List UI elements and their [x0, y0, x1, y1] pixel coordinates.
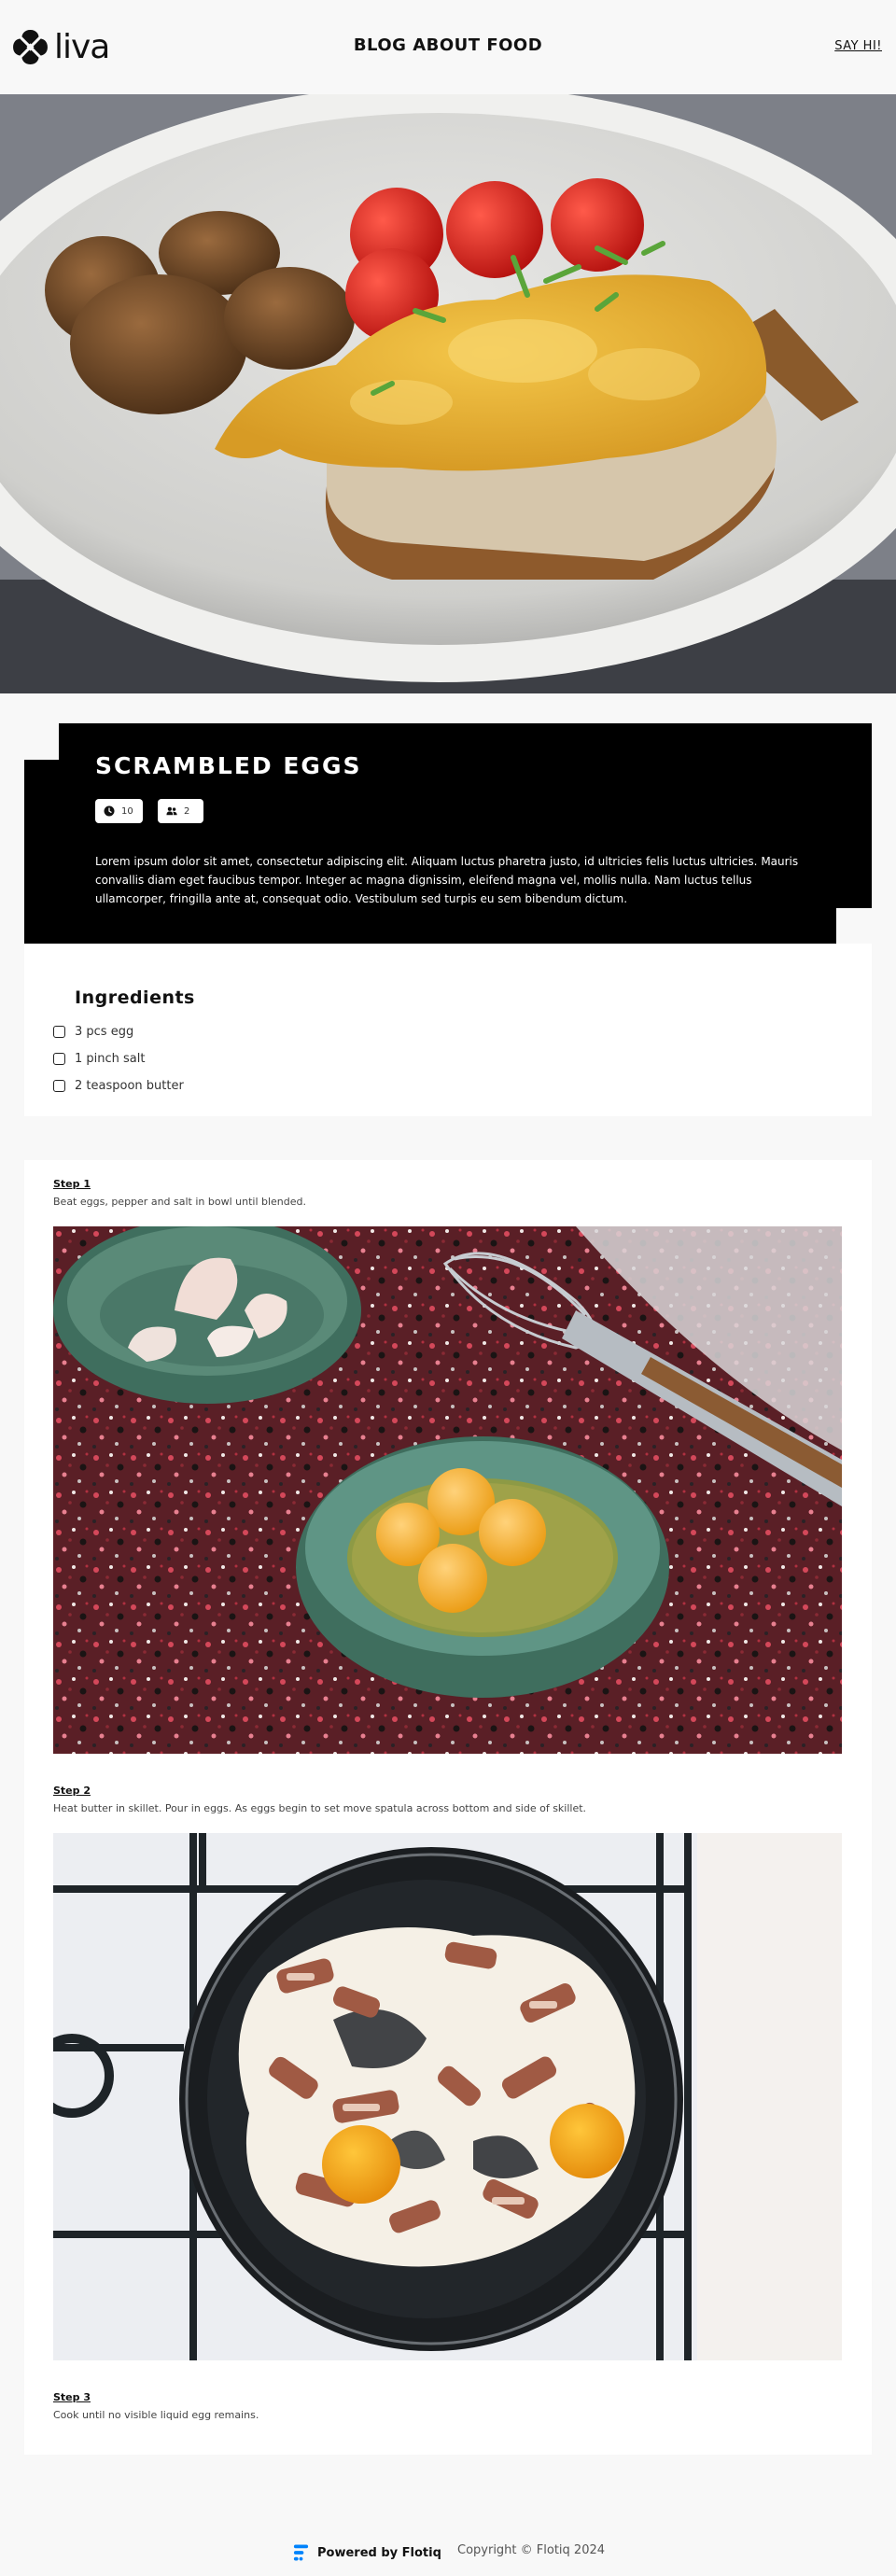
recipe-title: SCRAMBLED EGGS	[95, 752, 362, 779]
ingredient-checkbox[interactable]	[53, 1053, 65, 1065]
step-3-label: Step 3	[53, 2391, 91, 2403]
ingredient-checkbox[interactable]	[53, 1026, 65, 1038]
powered-by-label: Powered by Flotiq	[317, 2545, 441, 2560]
site-logo[interactable]: liva	[11, 27, 110, 66]
ingredient-item[interactable]: 3 pcs egg	[53, 1025, 133, 1039]
servings-value: 2	[184, 805, 190, 817]
ingredient-label: 1 pinch salt	[75, 1052, 146, 1066]
step-1-label: Step 1	[53, 1178, 91, 1190]
ingredient-item[interactable]: 1 pinch salt	[53, 1052, 145, 1066]
logo-text: liva	[54, 27, 110, 66]
ingredient-label: 2 teaspoon butter	[75, 1079, 184, 1093]
cooking-time-badge: 10	[95, 799, 143, 823]
step-3-text: Cook until no visible liquid egg remains…	[53, 2409, 259, 2421]
ingredient-label: 3 pcs egg	[75, 1025, 134, 1039]
step-2-label: Step 2	[53, 1785, 91, 1797]
say-hi-link[interactable]: SAY HI!	[834, 39, 882, 53]
people-icon	[166, 806, 177, 816]
step-1-text: Beat eggs, pepper and salt in bowl until…	[53, 1196, 307, 1208]
hero-image	[0, 94, 896, 693]
clock-icon	[104, 805, 115, 817]
site-header: liva BLOG ABOUT FOOD SAY HI!	[0, 0, 896, 94]
recipe-description: Lorem ipsum dolor sit amet, consectetur …	[95, 855, 799, 905]
site-title: BLOG ABOUT FOOD	[353, 35, 543, 55]
step-2-text: Heat butter in skillet. Pour in eggs. As…	[53, 1802, 587, 1814]
ingredient-checkbox[interactable]	[53, 1080, 65, 1092]
servings-badge: 2	[158, 799, 203, 823]
powered-by-flotiq[interactable]: Powered by Flotiq	[292, 2542, 441, 2563]
flotiq-logo-icon	[293, 2544, 309, 2561]
ingredients-heading: Ingredients	[75, 987, 195, 1008]
logo-clover-icon	[13, 30, 48, 64]
ingredient-item[interactable]: 2 teaspoon butter	[53, 1079, 184, 1093]
step-2-image	[53, 1833, 842, 2360]
copyright-text: Copyright © Flotiq 2024	[457, 2543, 606, 2557]
step-1-image	[53, 1226, 842, 1754]
cooking-time-value: 10	[121, 805, 133, 817]
